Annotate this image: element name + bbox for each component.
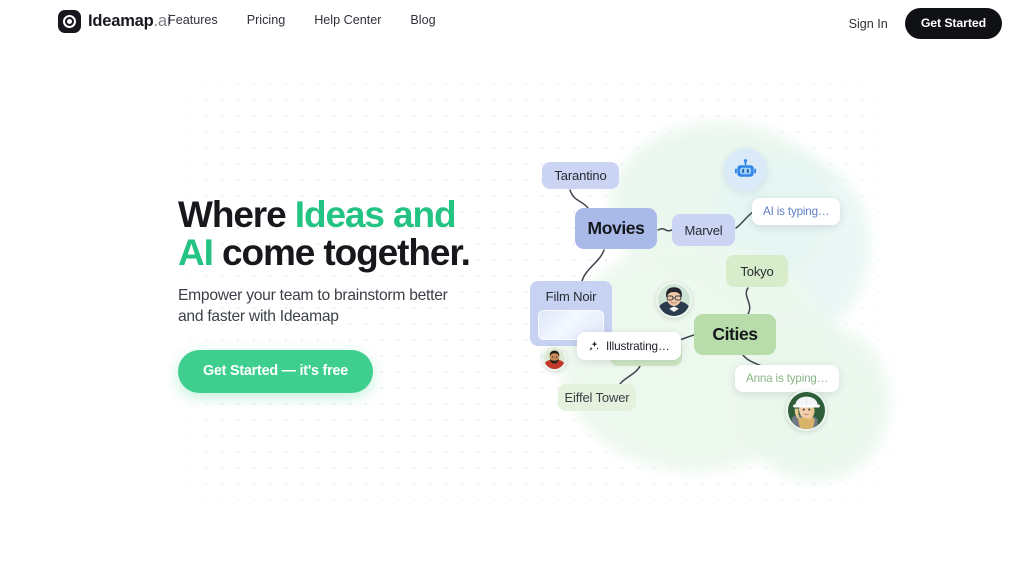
- status-chip-ai-typing: AI is typing…: [752, 198, 841, 225]
- hero-subtitle: Empower your team to brainstorm better a…: [178, 286, 448, 325]
- edge-paris-eiffel: [619, 365, 641, 385]
- dot-fade-bottom: [140, 470, 940, 560]
- site-header: Ideamap.ai Features Pricing Help Center …: [0, 0, 1024, 44]
- chip-label: AI is typing…: [763, 205, 830, 218]
- aperture-target-icon: [58, 10, 81, 33]
- chip-label: Illustrating…: [606, 339, 670, 353]
- node-label: Tarantino: [554, 168, 607, 183]
- node-label: Film Noir: [545, 289, 597, 304]
- edge-tarantino-movies: [569, 189, 589, 209]
- chip-label: Anna is typing…: [746, 372, 829, 385]
- node-label: Eiffel Tower: [564, 390, 630, 405]
- sparkles-icon: [589, 341, 599, 351]
- brand-wordmark: Ideamap.ai: [88, 12, 171, 31]
- edge-tokyo-cities: [745, 287, 751, 315]
- nav-item-pricing[interactable]: Pricing: [247, 13, 286, 27]
- avatar-collaborator-ravi[interactable]: [542, 346, 567, 371]
- avatar-woman-glasses: [658, 284, 690, 316]
- title-part-4: come together.: [212, 232, 471, 274]
- status-chip-anna-typing: Anna is typing…: [735, 365, 840, 392]
- avatar-collaborator-lena[interactable]: [786, 390, 827, 431]
- mindmap-node-movies[interactable]: Movies: [575, 208, 657, 249]
- mindmap-node-cities[interactable]: Cities: [694, 314, 776, 355]
- nav-item-help-center[interactable]: Help Center: [314, 13, 381, 27]
- avatar-collaborator-anna[interactable]: [656, 282, 692, 318]
- header-actions: Sign In Get Started: [849, 8, 1002, 39]
- hero-cta-button[interactable]: Get Started — it's free: [178, 350, 373, 394]
- nav-item-blog[interactable]: Blog: [410, 13, 435, 27]
- hero-section: Where Ideas and AI come together. Empower…: [178, 194, 508, 394]
- get-started-button[interactable]: Get Started: [904, 8, 1002, 39]
- mindmap-node-marvel[interactable]: Marvel: [672, 214, 735, 246]
- brand-name: Ideamap: [88, 12, 154, 30]
- edge-movies-filmnoir: [581, 249, 605, 282]
- node-label: Cities: [712, 324, 758, 344]
- mindmap-node-eiffel-tower[interactable]: Eiffel Tower: [558, 384, 636, 411]
- node-label: Tokyo: [740, 263, 774, 279]
- landing-page: Ideamap.ai Features Pricing Help Center …: [0, 0, 1024, 576]
- page-title: Where Ideas and AI come together.: [178, 194, 508, 274]
- sign-in-link[interactable]: Sign In: [849, 17, 888, 31]
- status-chip-illustrating: Illustrating…: [577, 332, 681, 360]
- mindmap-illustration: Tarantino Movies Marvel Film Noir Tokyo …: [500, 92, 890, 482]
- node-label: Movies: [587, 218, 645, 238]
- mindmap-node-tarantino[interactable]: Tarantino: [542, 162, 619, 189]
- nav-item-features[interactable]: Features: [168, 13, 218, 27]
- title-part-2-accent: Ideas and: [294, 194, 457, 235]
- avatar-man-beard: [544, 348, 565, 369]
- main-nav: Features Pricing Help Center Blog: [168, 13, 436, 27]
- node-label: Marvel: [684, 222, 723, 238]
- title-part-3-accent: AI: [178, 232, 214, 274]
- brand-logo-link[interactable]: Ideamap.ai: [58, 10, 171, 33]
- edge-movies-marvel: [657, 227, 673, 232]
- mindmap-node-tokyo[interactable]: Tokyo: [726, 255, 788, 287]
- title-part-1: Where: [178, 194, 295, 235]
- ai-agent-avatar[interactable]: [724, 148, 767, 191]
- robot-icon: [734, 159, 757, 177]
- avatar-woman-hardhat: [788, 392, 825, 429]
